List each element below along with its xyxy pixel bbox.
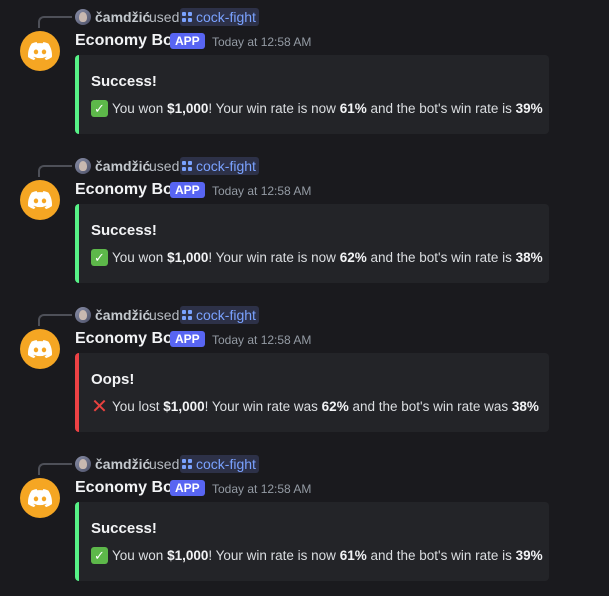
app-badge: APP [170, 480, 205, 496]
bot-name[interactable]: Economy Bot [75, 181, 178, 199]
result-embed: Success! ✓ You won $1,000 ! Your win rat… [75, 502, 549, 581]
app-badge: APP [170, 33, 205, 49]
bot-name[interactable]: Economy Bot [75, 479, 178, 497]
check-mark-icon: ✓ [91, 547, 108, 564]
timestamp: Today at 12:58 AM [212, 184, 312, 198]
slash-command-chip[interactable]: cock-fight [180, 455, 259, 473]
embed-status-bar [75, 502, 79, 581]
bot-win-rate: 38% [515, 250, 543, 265]
user-win-rate: 61% [339, 548, 367, 563]
command-grid-icon [182, 459, 192, 469]
embed-title: Success! [91, 73, 157, 90]
embed-title: Oops! [91, 371, 135, 388]
replied-username[interactable]: čamdžić [95, 158, 150, 174]
result-embed: Success! ✓ You won $1,000 ! Your win rat… [75, 55, 549, 134]
reply-connector [38, 314, 72, 326]
amount: $1,000 [167, 548, 209, 563]
result-embed: Oops! ✕ You lost $1,000 ! Your win rate … [75, 353, 549, 432]
command-grid-icon [182, 12, 192, 22]
command-name: cock-fight [196, 456, 256, 472]
desc-text-3: and the bot's win rate is [366, 101, 516, 116]
reply-connector [38, 165, 72, 177]
command-grid-icon [182, 161, 192, 171]
replied-username[interactable]: čamdžić [95, 456, 150, 472]
discord-logo-icon [28, 191, 52, 209]
embed-description: ✓ You won $1,000 ! Your win rate is now … [91, 249, 543, 266]
replied-username[interactable]: čamdžić [95, 9, 150, 25]
discord-logo-icon [28, 42, 52, 60]
slash-command-chip[interactable]: cock-fight [180, 157, 259, 175]
replied-user-avatar[interactable] [75, 307, 91, 323]
check-mark-icon: ✓ [91, 249, 108, 266]
desc-text-3: and the bot's win rate is [366, 548, 516, 563]
discord-logo-icon [28, 340, 52, 358]
message-2: čamdžić used cock-fight Economy Bot APP … [0, 149, 600, 298]
command-name: cock-fight [196, 158, 256, 174]
bot-avatar[interactable] [20, 478, 60, 518]
used-label: used [149, 9, 180, 25]
timestamp: Today at 12:58 AM [212, 35, 312, 49]
bot-name[interactable]: Economy Bot [75, 32, 178, 50]
embed-description: ✓ You won $1,000 ! Your win rate is now … [91, 547, 543, 564]
result-embed: Success! ✓ You won $1,000 ! Your win rat… [75, 204, 549, 283]
user-win-rate: 61% [339, 101, 367, 116]
timestamp: Today at 12:58 AM [212, 333, 312, 347]
slash-command-chip[interactable]: cock-fight [180, 8, 259, 26]
message-1: čamdžić used cock-fight Economy Bot APP … [0, 0, 600, 149]
embed-description: ✓ You won $1,000 ! Your win rate is now … [91, 100, 543, 117]
desc-text-1: You won [112, 250, 168, 265]
replied-user-avatar[interactable] [75, 456, 91, 472]
desc-text-1: You lost [112, 399, 164, 414]
embed-title: Success! [91, 520, 157, 537]
desc-text-2: ! Your win rate is now [208, 548, 340, 563]
desc-text-3: and the bot's win rate is [366, 250, 516, 265]
app-badge: APP [170, 182, 205, 198]
bot-avatar[interactable] [20, 31, 60, 71]
desc-text-1: You won [112, 548, 168, 563]
reply-connector [38, 463, 72, 475]
replied-user-avatar[interactable] [75, 9, 91, 25]
check-mark-icon: ✓ [91, 100, 108, 117]
amount: $1,000 [163, 399, 205, 414]
bot-win-rate: 39% [515, 101, 543, 116]
desc-text-2: ! Your win rate is now [208, 250, 340, 265]
replied-username[interactable]: čamdžić [95, 307, 150, 323]
app-badge: APP [170, 331, 205, 347]
scrollbar[interactable] [601, 0, 609, 596]
command-name: cock-fight [196, 9, 256, 25]
embed-status-bar [75, 353, 79, 432]
used-label: used [149, 456, 180, 472]
bot-win-rate: 39% [515, 548, 543, 563]
user-win-rate: 62% [339, 250, 367, 265]
embed-title: Success! [91, 222, 157, 239]
used-label: used [149, 307, 180, 323]
bot-avatar[interactable] [20, 180, 60, 220]
desc-text-3: and the bot's win rate was [348, 399, 512, 414]
amount: $1,000 [167, 101, 209, 116]
cross-mark-icon: ✕ [91, 395, 108, 418]
message-3: čamdžić used cock-fight Economy Bot APP … [0, 298, 600, 447]
replied-user-avatar[interactable] [75, 158, 91, 174]
timestamp: Today at 12:58 AM [212, 482, 312, 496]
desc-text-2: ! Your win rate is now [208, 101, 340, 116]
embed-status-bar [75, 55, 79, 134]
user-win-rate: 62% [321, 399, 349, 414]
desc-text-2: ! Your win rate was [204, 399, 322, 414]
slash-command-chip[interactable]: cock-fight [180, 306, 259, 324]
bot-avatar[interactable] [20, 329, 60, 369]
command-name: cock-fight [196, 307, 256, 323]
discord-logo-icon [28, 489, 52, 507]
used-label: used [149, 158, 180, 174]
bot-name[interactable]: Economy Bot [75, 330, 178, 348]
embed-status-bar [75, 204, 79, 283]
desc-text-1: You won [112, 101, 168, 116]
bot-win-rate: 38% [511, 399, 539, 414]
command-grid-icon [182, 310, 192, 320]
amount: $1,000 [167, 250, 209, 265]
message-4: čamdžić used cock-fight Economy Bot APP … [0, 447, 600, 596]
embed-description: ✕ You lost $1,000 ! Your win rate was 62… [91, 395, 539, 418]
reply-connector [38, 16, 72, 28]
